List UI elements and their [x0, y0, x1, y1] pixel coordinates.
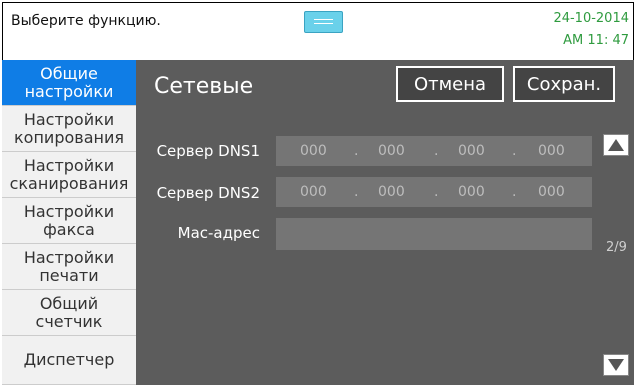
status-bar: Выберите функцию. 24-10-2014 AM 11: 47 — [2, 2, 634, 60]
dns2-octet-3[interactable]: 000 — [458, 184, 485, 200]
octet-separator: . — [434, 143, 439, 159]
dns1-octet-1[interactable]: 000 — [300, 143, 327, 159]
dns2-octet-1[interactable]: 000 — [300, 184, 327, 200]
scroll-down-button[interactable] — [603, 354, 629, 376]
prompt-text: Выберите функцию. — [11, 13, 161, 29]
dns2-label: Сервер DNS2 — [156, 184, 260, 202]
arrow-up-icon — [608, 139, 624, 151]
sidebar-item-scan-settings[interactable]: Настройки сканирования — [2, 152, 136, 198]
sidebar-item-total-counter[interactable]: Общий счетчик — [2, 290, 136, 336]
octet-separator: . — [434, 184, 439, 200]
sidebar-item-manager[interactable]: Диспетчер — [2, 336, 136, 385]
sidebar-item-copy-settings[interactable]: Настройки копирования — [2, 106, 136, 152]
page-title: Сетевые — [154, 74, 254, 99]
dns2-field[interactable]: 000 . 000 . 000 . 000 — [276, 177, 592, 207]
dns1-label: Сервер DNS1 — [156, 142, 260, 160]
octet-separator: . — [512, 184, 517, 200]
save-button[interactable]: Сохран. — [513, 66, 615, 102]
sidebar: Общие настройки Настройки копирования На… — [2, 60, 136, 385]
mac-address-label: Mac-адрес — [177, 224, 260, 242]
sidebar-item-print-settings[interactable]: Настройки печати — [2, 244, 136, 290]
dns2-octet-2[interactable]: 000 — [378, 184, 405, 200]
date-display: 24-10-2014 — [553, 11, 629, 26]
dns1-field[interactable]: 000 . 000 . 000 . 000 — [276, 136, 592, 166]
page-indicator: 2/9 — [606, 240, 627, 255]
dns1-octet-4[interactable]: 000 — [538, 143, 565, 159]
octet-separator: . — [354, 143, 359, 159]
octet-separator: . — [512, 143, 517, 159]
network-settings-panel: Сетевые Отмена Сохран. Сервер DNS1 000 .… — [136, 60, 634, 385]
octet-separator: . — [354, 184, 359, 200]
dns1-octet-3[interactable]: 000 — [458, 143, 485, 159]
dns2-octet-4[interactable]: 000 — [538, 184, 565, 200]
pull-down-handle[interactable] — [304, 11, 343, 33]
time-display: AM 11: 47 — [563, 33, 629, 48]
sidebar-item-fax-settings[interactable]: Настройки факса — [2, 198, 136, 244]
arrow-down-icon — [608, 359, 624, 371]
cancel-button[interactable]: Отмена — [396, 66, 504, 102]
scroll-up-button[interactable] — [603, 134, 629, 156]
mac-address-field — [276, 218, 592, 250]
sidebar-item-general-settings[interactable]: Общие настройки — [2, 60, 136, 106]
dns1-octet-2[interactable]: 000 — [378, 143, 405, 159]
